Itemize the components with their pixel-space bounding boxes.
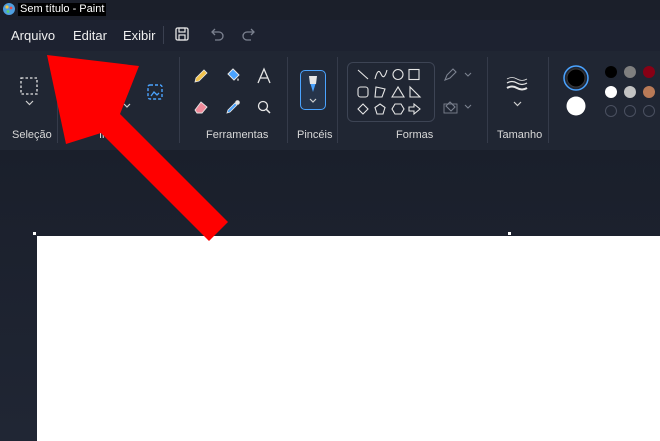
right-triangle-shape-icon — [409, 85, 422, 98]
line-shape-icon — [357, 69, 369, 80]
polygon-shape-icon — [374, 86, 386, 98]
ribbon-separator — [337, 57, 338, 143]
group-label-selection: Seleção — [12, 129, 52, 141]
canvas-resize-handle[interactable] — [508, 232, 511, 235]
brushes-button[interactable] — [300, 70, 326, 110]
text-icon[interactable] — [256, 67, 272, 85]
menu-edit[interactable]: Editar — [73, 28, 107, 43]
drawing-canvas[interactable] — [37, 236, 660, 441]
group-label-brushes: Pincéis — [297, 129, 333, 141]
hexagon-shape-icon — [391, 103, 405, 115]
eraser-icon[interactable] — [192, 98, 210, 116]
pencil-icon[interactable] — [192, 67, 210, 85]
palette-empty-slot[interactable] — [624, 105, 636, 117]
redo-icon[interactable] — [241, 26, 257, 42]
size-chevron-down-icon[interactable] — [513, 101, 522, 107]
palette-color-1[interactable] — [605, 66, 617, 78]
shapes-gallery — [347, 62, 435, 122]
triangle-shape-icon — [391, 85, 405, 98]
menu-file[interactable]: Arquivo — [11, 28, 55, 43]
save-icon[interactable] — [174, 26, 190, 42]
canvas-resize-handle[interactable] — [33, 232, 36, 235]
undo-icon[interactable] — [209, 26, 225, 42]
paint-app-icon — [3, 3, 15, 15]
palette-empty-slot[interactable] — [605, 105, 617, 117]
palette-color-6[interactable] — [643, 86, 655, 98]
rounded-rectangle-shape-icon — [357, 86, 369, 98]
color-picker-icon[interactable] — [224, 98, 242, 116]
selection-chevron-down-icon[interactable] — [25, 100, 34, 106]
ribbon-separator — [57, 57, 58, 143]
fill-bucket-icon[interactable] — [224, 66, 242, 84]
group-label-tools: Ferramentas — [206, 129, 269, 141]
rotate-chevron-down-icon[interactable] — [123, 103, 131, 109]
ribbon-separator — [548, 57, 549, 143]
primary-color-swatch[interactable] — [562, 64, 590, 92]
magnifier-icon[interactable] — [256, 99, 272, 115]
diamond-shape-icon — [357, 103, 369, 115]
curve-shape-icon — [374, 69, 388, 80]
menu-bar: Arquivo Editar Exibir — [0, 20, 660, 51]
palette-color-2[interactable] — [624, 66, 636, 78]
palette-color-4[interactable] — [605, 86, 617, 98]
rotate-icon[interactable] — [104, 100, 118, 112]
ribbon-separator — [179, 57, 180, 143]
outline-icon[interactable] — [443, 68, 473, 82]
select-icon[interactable] — [19, 76, 39, 96]
group-label-shapes: Formas — [396, 129, 434, 141]
group-label-size: Tamanho — [497, 129, 543, 141]
oval-shape-icon — [392, 68, 404, 81]
ribbon-separator — [487, 57, 488, 143]
pentagon-shape-icon — [374, 103, 386, 115]
window-title: Sem título - Paint — [18, 3, 107, 16]
palette-color-5[interactable] — [624, 86, 636, 98]
brush-icon — [309, 76, 317, 92]
menu-separator — [163, 26, 164, 44]
rectangle-shape-icon — [408, 68, 420, 81]
group-label-image: Imagem — [99, 129, 139, 141]
shape-fill-icon[interactable] — [443, 100, 473, 114]
title-bar: Sem título - Paint — [0, 0, 660, 20]
menu-view[interactable]: Exibir — [123, 28, 156, 43]
palette-empty-slot[interactable] — [643, 105, 655, 117]
arrow-shape-icon — [408, 102, 421, 116]
brushes-chevron-down-icon — [309, 98, 317, 103]
resize-icon[interactable] — [73, 100, 85, 114]
size-lines-icon[interactable] — [505, 76, 529, 92]
ribbon-separator — [287, 57, 288, 143]
crop-image-icon[interactable] — [145, 82, 165, 102]
shapes-gallery-icons — [357, 68, 422, 116]
palette-color-3[interactable] — [643, 66, 655, 78]
secondary-color-swatch[interactable] — [564, 94, 588, 118]
